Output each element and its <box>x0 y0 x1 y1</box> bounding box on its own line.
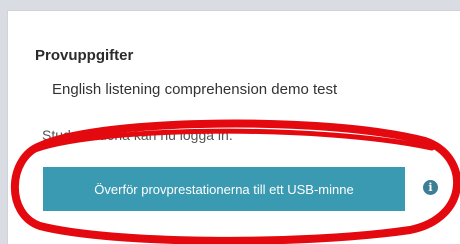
info-icon[interactable]: i <box>423 180 438 195</box>
exam-name: English listening comprehension demo tes… <box>52 81 338 98</box>
status-message: Studerandena kan nu logga in. <box>42 127 233 143</box>
section-heading: Provuppgifter <box>35 47 134 64</box>
transfer-to-usb-button[interactable]: Överför provprestationerna till ett USB-… <box>43 167 405 211</box>
